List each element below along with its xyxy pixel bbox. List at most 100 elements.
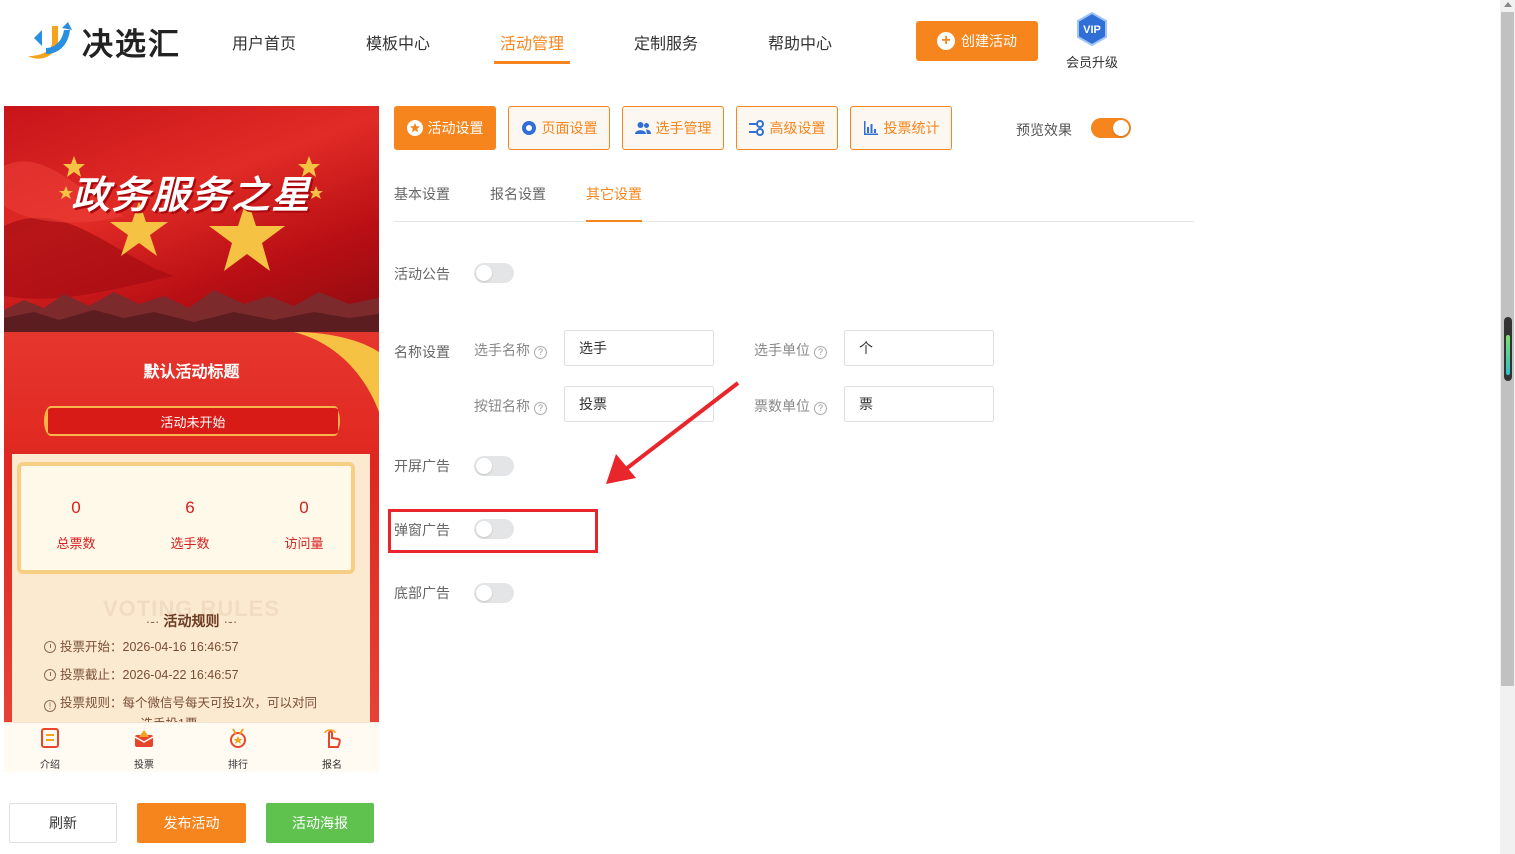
- nav-item-help[interactable]: 帮助中心: [768, 30, 832, 64]
- vip-upgrade[interactable]: VIP 会员升级: [1062, 11, 1122, 71]
- stat-value: 6: [185, 498, 195, 517]
- tool-player-management[interactable]: 选手管理: [622, 106, 724, 150]
- tab-label: 介绍: [40, 760, 60, 771]
- refresh-button[interactable]: 刷新: [9, 803, 117, 843]
- top-navigation-bar: 决选汇 用户首页 模板中心 活动管理 定制服务 帮助中心 + 创建活动 VIP …: [0, 0, 1500, 84]
- subtab-basic-settings[interactable]: 基本设置: [394, 184, 450, 222]
- popup-ad-highlight-box: [388, 509, 598, 553]
- vote-unit-label-text: 票数单位: [754, 398, 810, 414]
- users-icon: [634, 122, 651, 134]
- vip-badge-icon: VIP: [1077, 11, 1107, 47]
- publish-activity-button[interactable]: 发布活动: [137, 803, 246, 843]
- activity-status-ribbon: 活动未开始: [48, 406, 338, 436]
- vip-badge-text: VIP: [1083, 24, 1101, 36]
- player-unit-label-text: 选手单位: [754, 342, 810, 358]
- tool-label: 页面设置: [541, 120, 598, 136]
- page-scrollbar[interactable]: [1500, 0, 1515, 854]
- clock-icon: [44, 669, 56, 681]
- player-unit-label: 选手单位?: [754, 340, 827, 360]
- activity-poster-button[interactable]: 活动海报: [266, 803, 374, 843]
- vip-label: 会员升级: [1065, 55, 1118, 70]
- stat-total-votes: 0 总票数: [21, 498, 131, 552]
- create-activity-button[interactable]: + 创建活动: [916, 21, 1038, 61]
- logo-mark-icon: [28, 22, 72, 59]
- logo-text: 决选汇: [82, 26, 181, 63]
- subtab-signup-settings[interactable]: 报名设置: [490, 184, 546, 222]
- tab-intro[interactable]: 介绍: [20, 727, 80, 771]
- rule-end-time: 投票截止：2026-04-22 16:46:57: [44, 664, 239, 683]
- button-name-label-text: 按钮名称: [474, 398, 530, 414]
- info-icon: !: [44, 700, 56, 712]
- nav-item-activity-management[interactable]: 活动管理: [494, 30, 571, 64]
- signup-icon: [324, 729, 341, 748]
- splash-ad-switch[interactable]: [474, 456, 514, 476]
- player-name-label: 选手名称?: [474, 340, 547, 360]
- rank-icon: [230, 728, 246, 748]
- tool-label: 高级设置: [769, 120, 826, 136]
- subtab-other-settings[interactable]: 其它设置: [586, 184, 642, 222]
- settings-subtabs: 基本设置 报名设置 其它设置: [394, 184, 1194, 222]
- logo[interactable]: 决选汇: [24, 18, 181, 64]
- tool-activity-settings[interactable]: 活动设置: [394, 106, 496, 150]
- tab-signup[interactable]: 报名: [302, 727, 362, 771]
- stat-players: 6 选手数: [135, 498, 245, 552]
- tool-page-settings[interactable]: 页面设置: [508, 106, 610, 150]
- tool-label: 活动设置: [427, 120, 484, 136]
- stat-label: 选手数: [170, 536, 210, 551]
- question-icon[interactable]: ?: [534, 402, 547, 415]
- player-name-input[interactable]: 选手: [564, 330, 714, 366]
- tab-label: 报名: [322, 760, 342, 771]
- rule-vote-rule: ! 投票规则：每个微信号每天可投1次，可以对同: [44, 692, 317, 712]
- rule-start-time: 投票开始：2026-04-16 16:46:57: [44, 636, 239, 655]
- rule-text: 投票截止：2026-04-22 16:46:57: [60, 668, 239, 682]
- splash-ad-label: 开屏广告: [394, 458, 450, 474]
- intro-icon: [41, 728, 59, 748]
- mountains-decor: [4, 290, 379, 332]
- stat-visits: 0 访问量: [249, 498, 359, 552]
- star-icon: [406, 120, 423, 136]
- phone-preview: 政务服务之星 默认活动标题 活动未开始 0 总票数 6 选手数 0 访问量 VO…: [4, 106, 379, 772]
- tab-vote[interactable]: 投票: [114, 727, 174, 771]
- scroll-up-arrow-icon[interactable]: [1504, 2, 1512, 7]
- stat-value: 0: [71, 498, 81, 517]
- tool-label: 选手管理: [655, 120, 712, 136]
- button-name-label: 按钮名称?: [474, 396, 547, 416]
- vote-unit-input[interactable]: 票: [844, 386, 994, 422]
- activity-title: 默认活动标题: [143, 364, 240, 381]
- player-unit-input[interactable]: 个: [844, 330, 994, 366]
- question-icon[interactable]: ?: [814, 402, 827, 415]
- bar-chart-icon: [863, 121, 878, 135]
- preview-tabbar: 介绍 投票 排行 报名: [4, 722, 379, 772]
- tool-advanced-settings[interactable]: 高级设置: [736, 106, 838, 150]
- stat-label: 访问量: [284, 536, 324, 551]
- rules-title-text: 活动规则: [163, 613, 220, 629]
- preview-effect-switch[interactable]: [1091, 118, 1131, 138]
- preview-effect-label: 预览效果: [1016, 122, 1072, 138]
- tab-rank[interactable]: 排行: [208, 727, 268, 771]
- nav-item-custom-service[interactable]: 定制服务: [634, 30, 698, 64]
- nav-item-templates[interactable]: 模板中心: [366, 30, 430, 64]
- nav-item-home[interactable]: 用户首页: [232, 30, 296, 64]
- rules-title: ·-· 活动规则 ·-·: [145, 613, 238, 629]
- tab-label: 排行: [228, 760, 248, 771]
- flower-gear-icon: [521, 121, 536, 135]
- announcement-label: 活动公告: [394, 266, 450, 282]
- stat-label: 总票数: [56, 536, 96, 551]
- rule-text: 投票规则：每个微信号每天可投1次，可以对同: [60, 696, 317, 710]
- side-floating-widget[interactable]: [1504, 317, 1512, 381]
- rule-text: 投票开始：2026-04-16 16:46:57: [60, 640, 239, 654]
- tool-label: 投票统计: [883, 120, 940, 136]
- bottom-ad-switch[interactable]: [474, 583, 514, 603]
- plus-circle-icon: +: [937, 32, 955, 50]
- question-icon[interactable]: ?: [814, 346, 827, 359]
- create-activity-label: 创建活动: [961, 33, 1017, 49]
- tool-vote-statistics[interactable]: 投票统计: [850, 106, 952, 150]
- annotation-arrow-icon: [606, 381, 740, 484]
- bottom-ad-label: 底部广告: [394, 585, 450, 601]
- stat-value: 0: [299, 498, 309, 517]
- gears-icon: [748, 120, 764, 136]
- naming-settings-label: 名称设置: [394, 344, 450, 360]
- banner-title: 政务服务之星: [71, 172, 312, 217]
- announcement-switch[interactable]: [474, 263, 514, 283]
- question-icon[interactable]: ?: [534, 346, 547, 359]
